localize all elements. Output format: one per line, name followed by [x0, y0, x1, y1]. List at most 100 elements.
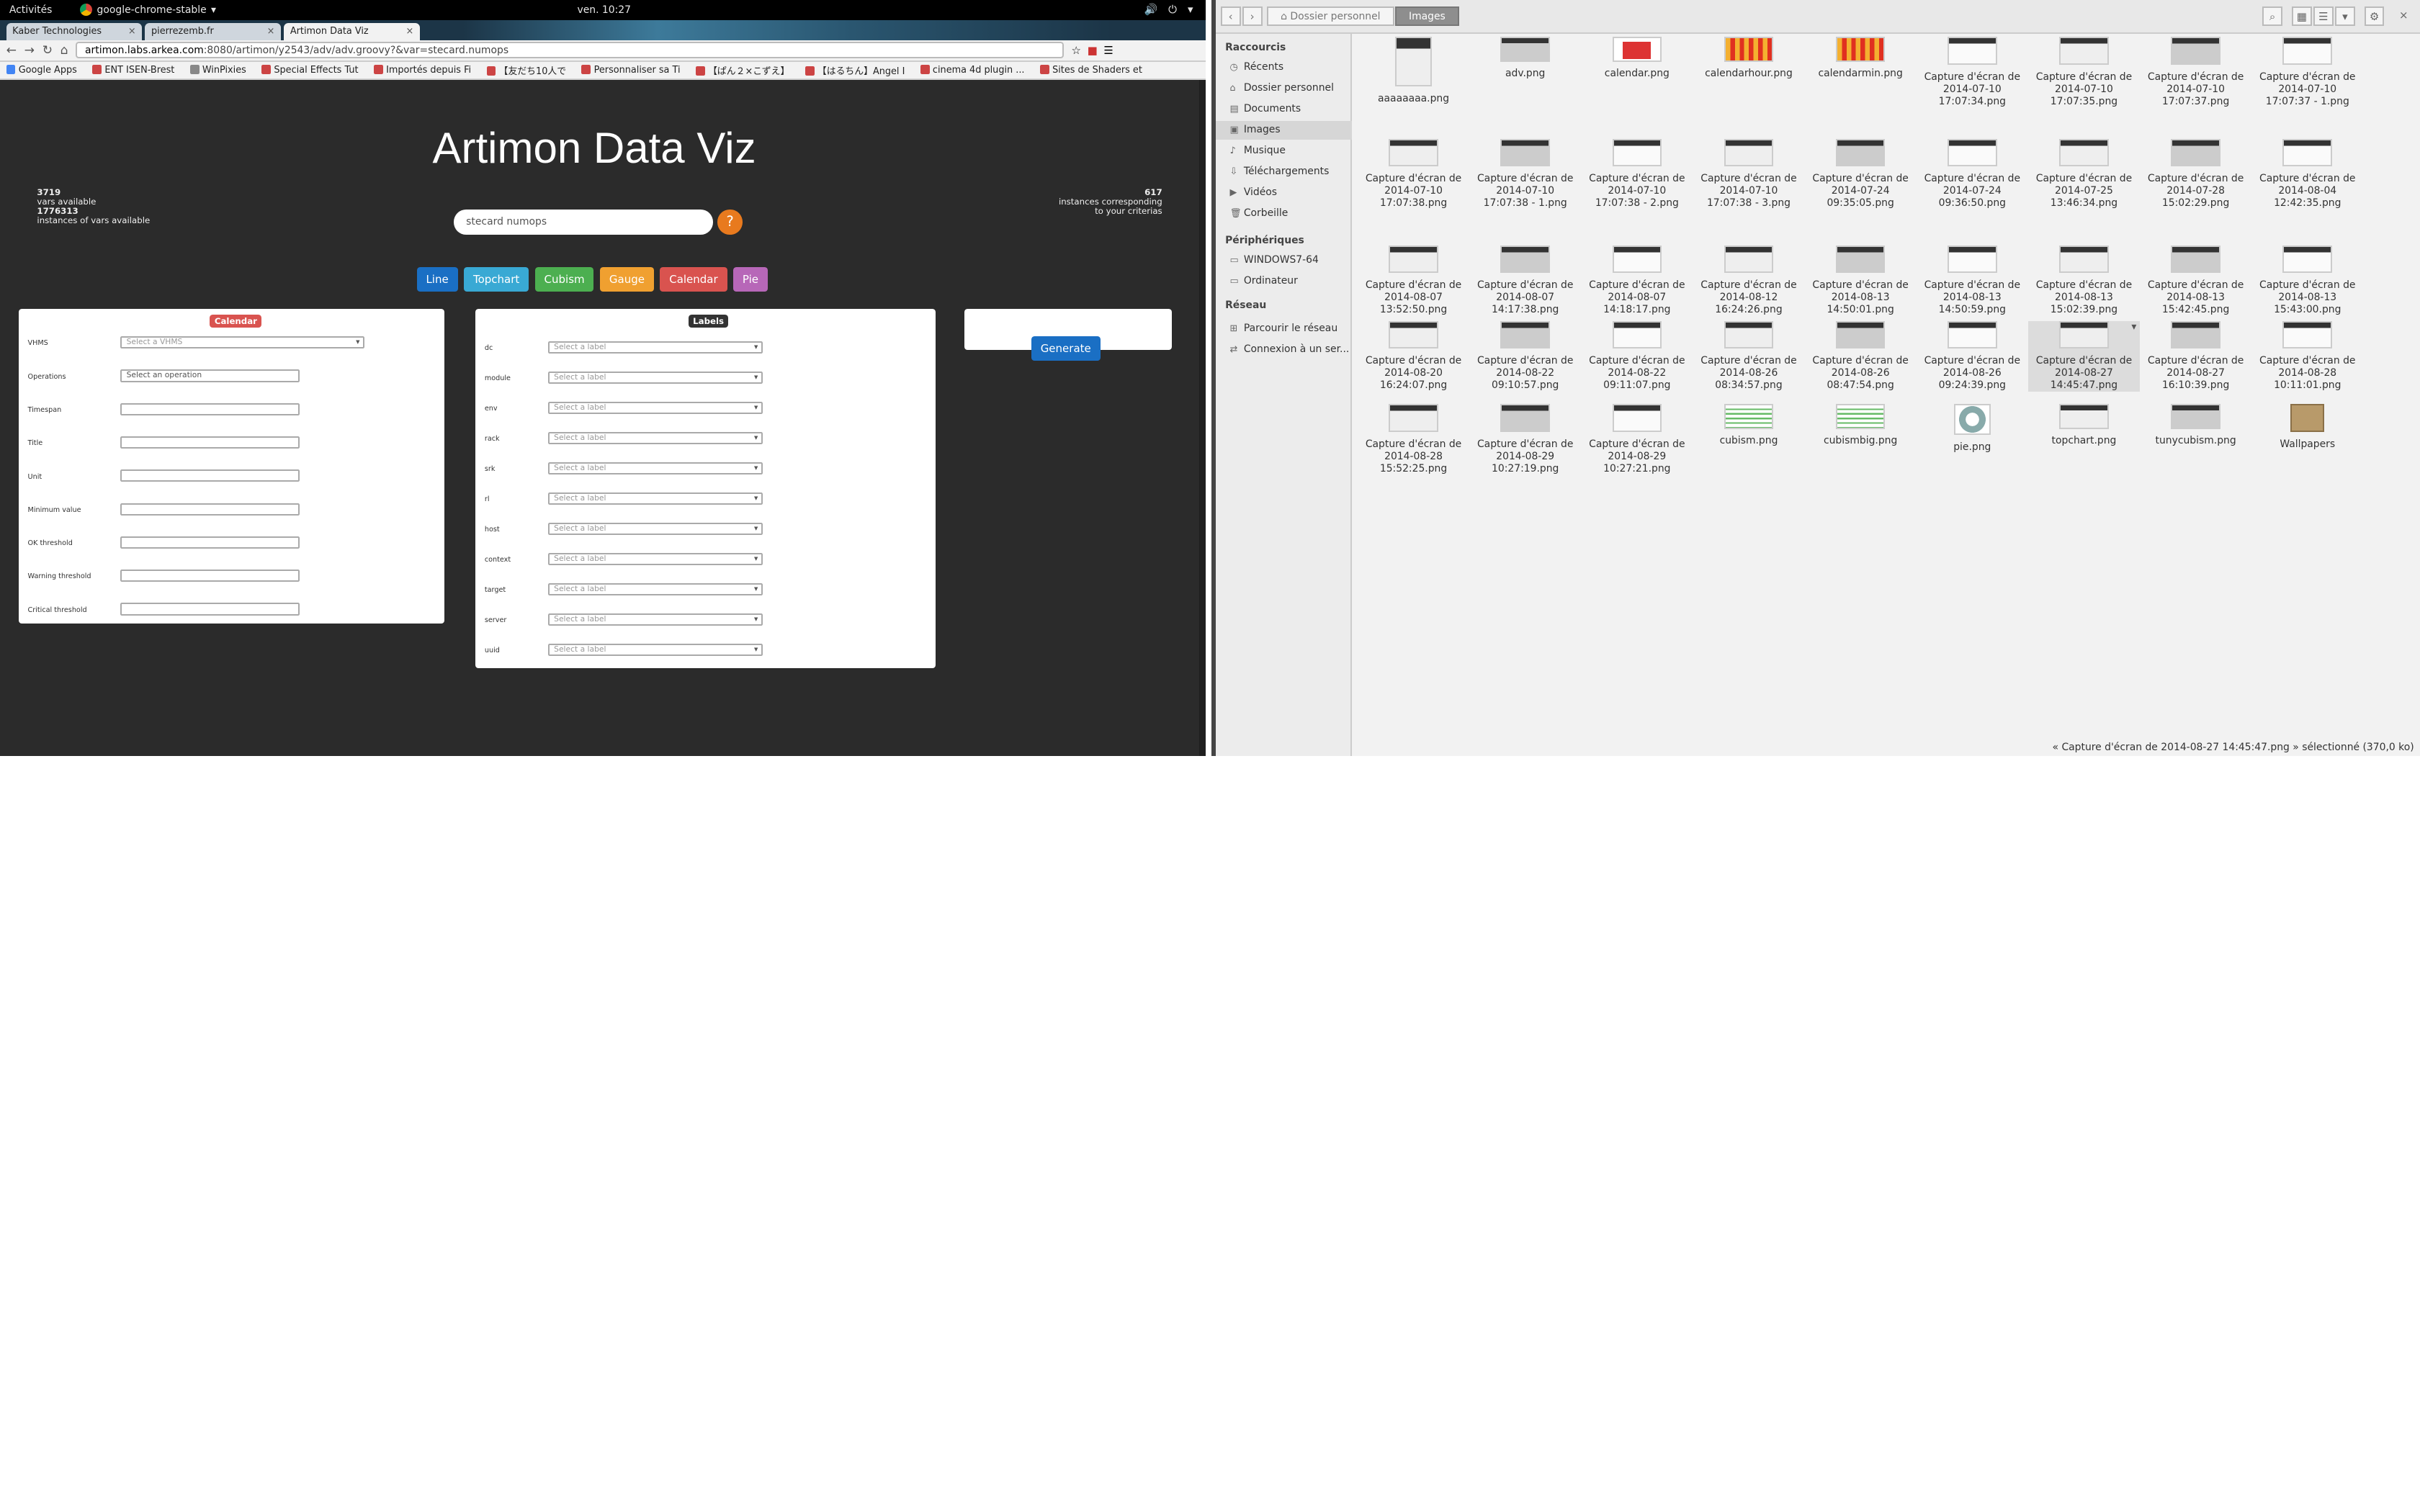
label-select[interactable]: Select a label — [547, 492, 763, 505]
file-item[interactable]: Capture d'écran de 2014-08-13 15:42:45.png — [2140, 245, 2251, 317]
label-select[interactable]: Select a label — [547, 462, 763, 474]
url-field[interactable]: artimon.labs.arkea.com:8080/artimon/y254… — [76, 41, 1064, 59]
extension-icon[interactable]: ■ — [1088, 44, 1098, 57]
file-item[interactable]: Wallpapers — [2252, 404, 2363, 450]
label-select[interactable]: Select a label — [547, 371, 763, 384]
back-icon[interactable]: ‹ — [1220, 6, 1241, 27]
viz-button-pie[interactable]: Pie — [733, 266, 768, 292]
sidebar-item-connexion-un-ser-[interactable]: ⇄ Connexion à un ser... — [1216, 341, 1352, 359]
breadcrumb-home[interactable]: ⌂ Dossier personnel — [1266, 6, 1394, 27]
menu-icon[interactable]: ☰ — [1103, 44, 1113, 57]
field-input[interactable] — [120, 570, 300, 582]
file-item[interactable]: Capture d'écran de 2014-08-26 08:47:54.png — [1805, 320, 1916, 392]
list-view-icon[interactable]: ☰ — [2313, 6, 2334, 27]
file-item[interactable]: Capture d'écran de 2014-08-22 09:11:07.png — [1582, 320, 1693, 392]
file-item[interactable]: Capture d'écran de 2014-08-13 14:50:59.png — [1917, 245, 2027, 317]
search-icon[interactable]: ⌕ — [2262, 6, 2283, 27]
file-item[interactable]: Capture d'écran de 2014-08-13 15:02:39.png — [2028, 245, 2139, 317]
breadcrumb-images[interactable]: Images — [1394, 6, 1459, 27]
viz-button-topchart[interactable]: Topchart — [464, 266, 529, 292]
app-menu[interactable]: google-chrome-stable ▾ — [79, 4, 216, 17]
forward-icon[interactable]: → — [24, 43, 35, 58]
tab-artimon[interactable]: Artimon Data Viz × — [284, 23, 420, 40]
file-item[interactable]: topchart.png — [2028, 404, 2139, 447]
file-item[interactable]: Capture d'écran de 2014-08-26 08:34:57.png — [1693, 320, 1804, 392]
sidebar-item-t-l-chargements[interactable]: ⇩ Téléchargements — [1216, 163, 1352, 181]
field-input[interactable] — [120, 603, 300, 616]
file-item[interactable]: Capture d'écran de 2014-08-20 16:24:07.png — [1358, 320, 1469, 392]
file-item[interactable]: Capture d'écran de 2014-07-10 17:07:38.png — [1358, 138, 1469, 210]
file-item[interactable]: calendar.png — [1582, 37, 1693, 80]
file-item[interactable]: cubismbig.png — [1805, 404, 1916, 447]
activities-button[interactable]: Activités — [9, 4, 53, 16]
file-item[interactable]: calendarhour.png — [1693, 37, 1804, 80]
field-input[interactable] — [120, 402, 300, 415]
file-item[interactable]: Capture d'écran de 2014-07-10 17:07:35.png — [2028, 37, 2139, 108]
sidebar-item-corbeille[interactable]: 🗑 Corbeille — [1216, 204, 1352, 223]
bookmark-item[interactable]: 【友だち10人で — [487, 63, 566, 77]
label-select[interactable]: Select a label — [547, 522, 763, 535]
bookmark-item[interactable]: Importés depuis Fi — [374, 65, 471, 76]
sidebar-item-musique[interactable]: ♪ Musique — [1216, 142, 1352, 161]
sidebar-item-ordinateur[interactable]: ▭ Ordinateur — [1216, 272, 1352, 291]
field-input[interactable] — [120, 469, 300, 482]
scrollbar[interactable] — [1199, 80, 1206, 757]
tab-pierrezemb[interactable]: pierrezemb.fr × — [145, 23, 281, 40]
close-icon[interactable]: × — [267, 26, 275, 37]
sidebar-item-r-cents[interactable]: ◷ Récents — [1216, 58, 1352, 77]
file-item[interactable]: Capture d'écran de 2014-08-27 16:10:39.png — [2140, 320, 2251, 392]
file-item[interactable]: Capture d'écran de 2014-07-24 09:36:50.png — [1917, 138, 2027, 210]
label-select[interactable]: Select a label — [547, 613, 763, 626]
forward-icon[interactable]: › — [1242, 6, 1263, 27]
file-item[interactable]: Capture d'écran de 2014-07-10 17:07:38 - 1… — [1470, 138, 1581, 210]
bookmark-star-icon[interactable]: ☆ — [1072, 44, 1081, 57]
label-select[interactable]: Select a label — [547, 401, 763, 414]
file-item[interactable]: Capture d'écran de 2014-07-10 17:07:37.png — [2140, 37, 2251, 108]
label-select[interactable]: Select a label — [547, 431, 763, 444]
grid-view-icon[interactable]: ▦ — [2291, 6, 2312, 27]
sidebar-item-dossier-personnel[interactable]: ⌂ Dossier personnel — [1216, 79, 1352, 98]
file-item[interactable]: pie.png — [1917, 404, 2027, 454]
file-item[interactable]: Capture d'écran de 2014-08-07 14:18:17.png — [1582, 245, 1693, 317]
vhms-select[interactable]: Select a VHMS — [120, 336, 364, 349]
sidebar-item-windows7-64[interactable]: ▭ WINDOWS7-64 — [1216, 251, 1352, 270]
file-item[interactable]: Capture d'écran de 2014-08-29 10:27:19.png — [1470, 404, 1581, 475]
bookmark-item[interactable]: Google Apps — [6, 65, 77, 76]
var-search-input[interactable]: stecard numops — [454, 210, 714, 235]
file-item[interactable]: Capture d'écran de 2014-07-10 17:07:34.png — [1917, 37, 2027, 108]
close-icon[interactable]: × — [406, 26, 414, 37]
viz-button-line[interactable]: Line — [416, 266, 458, 292]
bookmark-item[interactable]: 【ぱん２×こずえ】 — [696, 63, 789, 77]
file-item[interactable]: tunycubism.png — [2140, 404, 2251, 447]
bookmark-item[interactable]: Special Effects Tut — [261, 65, 358, 76]
tab-kaber[interactable]: Kaber Technologies × — [6, 23, 143, 40]
bookmark-item[interactable]: WinPixies — [190, 65, 246, 76]
file-item[interactable]: calendarmin.png — [1805, 37, 1916, 80]
chevron-down-icon[interactable]: ▾ — [2334, 6, 2355, 27]
file-item[interactable]: Capture d'écran de 2014-08-28 10:11:01.png — [2252, 320, 2363, 392]
file-item[interactable]: Capture d'écran de 2014-08-13 14:50:01.png — [1805, 245, 1916, 317]
bookmark-item[interactable]: ENT ISEN-Brest — [92, 65, 174, 76]
file-item[interactable]: Capture d'écran de 2014-07-28 15:02:29.png — [2140, 138, 2251, 210]
field-input[interactable] — [120, 436, 300, 449]
generate-button[interactable]: Generate — [1031, 336, 1101, 361]
file-item[interactable]: Capture d'écran de 2014-08-04 12:42:35.png — [2252, 138, 2363, 210]
file-item[interactable]: Capture d'écran de 2014-08-07 13:52:50.png — [1358, 245, 1469, 317]
system-tray[interactable]: 🔊 ⏻ ▾ — [1144, 3, 1193, 16]
reload-icon[interactable]: ↻ — [42, 43, 53, 58]
close-icon[interactable]: × — [128, 26, 136, 37]
gear-icon[interactable]: ⚙ — [2364, 6, 2385, 27]
file-item[interactable]: Capture d'écran de 2014-08-28 15:52:25.png — [1358, 404, 1469, 475]
home-icon[interactable]: ⌂ — [60, 43, 68, 58]
sidebar-item-parcourir-le-r-seau[interactable]: ⊞ Parcourir le réseau — [1216, 320, 1352, 338]
label-select[interactable]: Select a label — [547, 643, 763, 656]
file-item[interactable]: Capture d'écran de 2014-08-12 16:24:26.png — [1693, 245, 1804, 317]
field-input[interactable]: Select an operation — [120, 369, 300, 382]
file-item[interactable]: Capture d'écran de 2014-08-13 15:43:00.png — [2252, 245, 2363, 317]
file-item[interactable]: Capture d'écran de 2014-08-27 14:45:47.png — [2028, 320, 2140, 392]
label-select[interactable]: Select a label — [547, 582, 763, 595]
label-select[interactable]: Select a label — [547, 341, 763, 354]
file-item[interactable]: Capture d'écran de 2014-08-07 14:17:38.png — [1470, 245, 1581, 317]
file-item[interactable]: Capture d'écran de 2014-07-10 17:07:38 - 3… — [1693, 138, 1804, 210]
help-button[interactable]: ? — [717, 210, 743, 235]
